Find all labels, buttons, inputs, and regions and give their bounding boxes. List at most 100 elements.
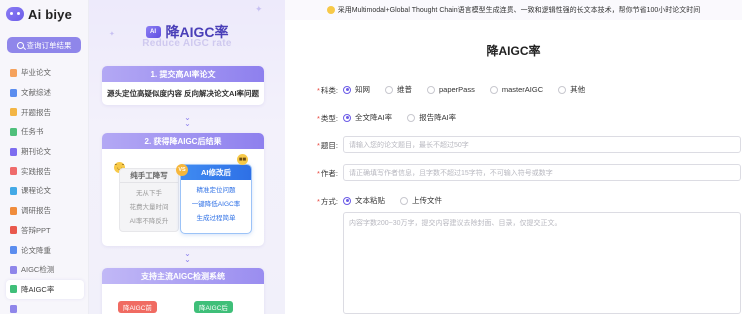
type-radio-label: 报告降AI率 — [419, 113, 457, 122]
subject-radio-option[interactable]: masterAIGC — [489, 85, 543, 94]
ai-rewrite-point: 生成过程简单 — [196, 215, 236, 222]
sidebar-item[interactable]: 开题报告 — [6, 102, 84, 122]
sparkle-icon: ✦ — [255, 4, 263, 14]
sidebar-item[interactable]: 答辩PPT — [6, 221, 84, 241]
subject-radio-option[interactable]: 其他 — [558, 84, 585, 95]
radio-circle-icon — [343, 196, 351, 205]
sidebar-item[interactable]: 降AIGC率 — [6, 279, 84, 300]
manual-rewrite-point: 无从下手 — [136, 190, 162, 197]
radio-circle-icon — [407, 113, 416, 122]
content-placeholder: 内容字数200~30万字，提交内容建议去除封面、目录，仅提交正文。 — [349, 220, 562, 227]
subject-radio-option[interactable]: 知网 — [343, 84, 370, 95]
promo-ghost-text: Reduce AIGC rate — [142, 38, 232, 49]
sidebar-item[interactable]: 文献综述 — [6, 83, 84, 103]
subject-radio-label: paperPass — [439, 85, 475, 94]
author-placeholder: 请正确填写作者信息，且字数不超过15字符，不可输入符号或数字 — [349, 169, 553, 177]
topic-input[interactable]: 请输入您的论文题目，最长不超过50字 — [343, 136, 741, 153]
method-label: *方式: — [316, 197, 338, 206]
type-radio-label: 全文降AI率 — [355, 113, 393, 122]
nav-item-icon — [10, 167, 17, 176]
step3-heading: 支持主流AIGC检测系统 — [102, 268, 264, 284]
type-radio-group: 全文降AI率 报告降AI率 — [343, 112, 471, 123]
sidebar: Ai biye 查询订单结果 毕业论文文献综述开题报告任务书期刊论文实践报告课程… — [0, 0, 89, 314]
step2-heading: 2. 获得降AIGC后结果 — [102, 133, 264, 149]
sidebar-item-label: 实践报告 — [21, 166, 51, 176]
comparison-panel: ˘◡˘ 纯手工降写 无从下手 花费大量时间 AI率不降反升 VS AI修改后 精… — [102, 150, 264, 246]
nav-item-icon — [10, 88, 17, 97]
nav-item-icon — [10, 206, 17, 215]
radio-circle-icon — [427, 85, 435, 94]
subject-radio-label: 其他 — [570, 85, 586, 94]
subject-radio-option[interactable]: paperPass — [427, 85, 475, 94]
method-radio-label: 文本粘贴 — [355, 196, 385, 205]
before-tag: 降AIGC前 — [118, 301, 157, 313]
author-label: *作者: — [316, 169, 338, 178]
sidebar-item-label: 任务书 — [21, 127, 44, 137]
sidebar-item[interactable]: 期刊论文 — [6, 142, 84, 162]
brand-logo[interactable]: Ai biye — [6, 4, 72, 24]
ai-badge: AI — [145, 26, 161, 38]
manual-rewrite-card: 纯手工降写 无从下手 花费大量时间 AI率不降反升 — [119, 168, 179, 232]
subject-radio-label: 知网 — [355, 85, 370, 94]
manual-rewrite-point: 花费大量时间 — [129, 204, 169, 211]
main-form-area: 采用Multimodal+Global Thought Chain语言模型生成连… — [285, 0, 742, 314]
radio-circle-icon — [343, 85, 351, 94]
nav-item-icon — [10, 108, 17, 117]
content-textarea[interactable]: 内容字数200~30万字，提交内容建议去除封面、目录，仅提交正文。 — [343, 212, 741, 314]
sidebar-item-label: 开题报告 — [21, 107, 51, 117]
subject-radio-option[interactable]: 维普 — [385, 84, 412, 95]
nav-item-icon — [10, 186, 17, 195]
sidebar-item-label: 课程论文 — [21, 186, 51, 196]
cool-emoji-icon: ■■ — [237, 154, 248, 165]
query-order-button[interactable]: 查询订单结果 — [7, 37, 81, 53]
sidebar-item[interactable]: 论文降重 — [6, 240, 84, 260]
sidebar-item-label: 答辩PPT — [21, 225, 51, 235]
sidebar-item-label: 毕业论文 — [21, 68, 51, 78]
subject-label: *科类: — [316, 86, 338, 95]
nav-item-icon — [10, 246, 17, 255]
banner-text: 采用Multimodal+Global Thought Chain语言模型生成连… — [337, 7, 701, 14]
nav-item-icon — [10, 127, 17, 136]
robot-logo-icon — [6, 7, 24, 21]
sidebar-item[interactable]: 课程论文 — [6, 181, 84, 201]
ai-rewrite-point: 一键降低AIGC率 — [191, 201, 241, 208]
top-banner: 采用Multimodal+Global Thought Chain语言模型生成连… — [285, 0, 742, 20]
type-radio-option[interactable]: 报告降AI率 — [407, 112, 456, 123]
ai-rewrite-point: 精准定位问题 — [196, 187, 236, 194]
ai-rewrite-title: AI修改后 — [181, 165, 251, 180]
type-label: *类型: — [316, 114, 338, 123]
sidebar-item[interactable] — [6, 299, 84, 314]
search-icon — [16, 41, 24, 49]
sidebar-item-label: 论文降重 — [21, 245, 51, 255]
nav-item-icon — [10, 305, 17, 314]
subject-radio-label: 维普 — [397, 85, 412, 94]
sidebar-item-label: 文献综述 — [21, 88, 51, 98]
step1-description: 源头定位高疑似度内容 反向解决论文AI率问题 — [106, 89, 260, 98]
method-radio-option[interactable]: 文本粘贴 — [343, 195, 385, 206]
topic-placeholder: 请输入您的论文题目，最长不超过50字 — [349, 141, 469, 149]
sidebar-item-label: AIGC检测 — [21, 265, 55, 275]
nav-item-icon — [10, 147, 17, 156]
sidebar-item-label: 调研报告 — [21, 206, 51, 216]
step1-heading: 1. 提交高AI率论文 — [102, 66, 264, 82]
step3-card: 支持主流AIGC检测系统 降AIGC前 降AIGC后 — [102, 268, 264, 314]
subject-radio-group: 知网 维普 paperPass masterAIGC 其他 — [343, 84, 600, 95]
nav-item-icon — [10, 226, 17, 235]
sidebar-item[interactable]: 任务书 — [6, 122, 84, 142]
sidebar-item[interactable]: 实践报告 — [6, 161, 84, 181]
ai-rewrite-card: AI修改后 精准定位问题 一键降低AIGC率 生成过程简单 — [180, 164, 252, 234]
nav-item-icon — [10, 68, 17, 77]
nav-item-icon — [10, 285, 17, 294]
sidebar-item[interactable]: 调研报告 — [6, 201, 84, 221]
query-order-label: 查询订单结果 — [26, 40, 72, 50]
method-radio-group: 文本粘贴 上传文件 — [343, 195, 457, 206]
type-radio-option[interactable]: 全文降AI率 — [343, 112, 392, 123]
method-radio-option[interactable]: 上传文件 — [400, 195, 442, 206]
topic-label: *题目: — [316, 141, 338, 150]
brand-name: Ai biye — [28, 6, 73, 22]
sidebar-item[interactable]: AIGC检测 — [6, 260, 84, 280]
radio-circle-icon — [385, 85, 393, 94]
sidebar-item[interactable]: 毕业论文 — [6, 63, 84, 83]
author-input[interactable]: 请正确填写作者信息，且字数不超过15字符，不可输入符号或数字 — [343, 164, 741, 181]
step1-card: 1. 提交高AI率论文 源头定位高疑似度内容 反向解决论文AI率问题 — [102, 66, 264, 105]
